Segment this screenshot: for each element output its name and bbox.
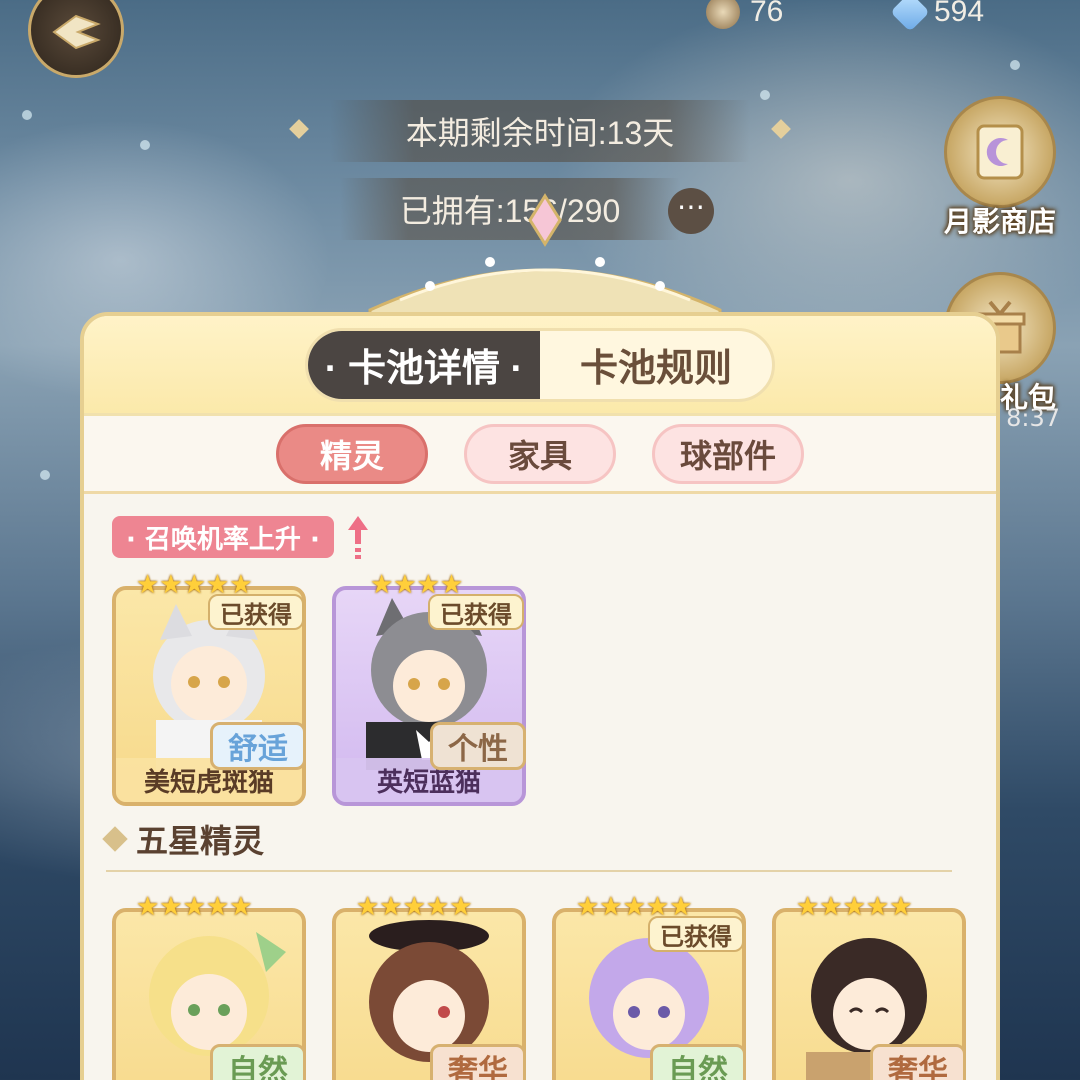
currency-crystal: 594: [890, 0, 985, 34]
tab-furniture[interactable]: 家具: [464, 423, 616, 484]
diamond-bullet-icon: [102, 826, 128, 852]
remaining-time: 本期剩余时间:13天: [330, 100, 750, 162]
currency-moon-value: 76: [750, 0, 784, 28]
currency-crystal-value: 594: [934, 0, 985, 28]
spirit-card[interactable]: 英短蓝猫 ★★★★ 已获得 个性: [332, 570, 526, 806]
moon-coin-icon: [706, 0, 740, 29]
trait-badge: 奢华: [870, 1044, 966, 1080]
owned-badge: 已获得: [428, 594, 524, 630]
tab-pool-details[interactable]: · 卡池详情 ·: [308, 330, 540, 399]
spirit-card[interactable]: ★★★★★ 奢华: [332, 892, 526, 1080]
spirit-card[interactable]: ★★★★★ 自然: [112, 892, 306, 1080]
gacha-detail-panel: · 卡池详情 · 卡池规则 精灵 家具 球部件 · 召唤机率上升 · 美短虎斑猫…: [80, 312, 1000, 1080]
trait-badge: 个性: [430, 722, 526, 770]
five-star-section-title: 五星精灵: [102, 816, 265, 862]
trait-badge: 自然: [210, 1044, 306, 1080]
crystal-gem-icon: [890, 0, 930, 32]
panel-header: · 卡池详情 · 卡池规则: [84, 316, 996, 416]
card-list: · 召唤机率上升 · 美短虎斑猫 ★★★★★ 已获得 舒适 英短蓝猫 ★★★★ …: [84, 494, 996, 1080]
spirit-card[interactable]: ★★★★★ 已获得 自然: [552, 892, 746, 1080]
up-arrow-icon: [348, 516, 368, 559]
currency-moon: 76: [706, 0, 783, 34]
main-tab-switcher: · 卡池详情 · 卡池规则: [305, 327, 775, 402]
trait-badge: 舒适: [210, 722, 306, 770]
back-arrow-icon: [52, 14, 101, 50]
spirit-card[interactable]: 美短虎斑猫 ★★★★★ 已获得 舒适: [112, 570, 306, 806]
crown-ornament: [368, 193, 722, 330]
sparkle: [1010, 60, 1020, 70]
sparkle: [40, 470, 50, 480]
sparkle: [140, 140, 150, 150]
moon-shop-label: 月影商店: [944, 205, 1057, 238]
rate-up-badge: · 召唤机率上升 ·: [112, 516, 334, 558]
category-tabs: 精灵 家具 球部件: [84, 416, 996, 494]
owned-badge: 已获得: [648, 916, 744, 952]
section-divider: [106, 870, 952, 872]
spirit-card[interactable]: ★★★★★ 奢华: [772, 892, 966, 1080]
gift-timer: 8:37: [1006, 404, 1060, 432]
tab-pool-rules[interactable]: 卡池规则: [540, 331, 772, 399]
moon-shop-icon: [944, 96, 1056, 208]
star-rating: ★★★★★: [136, 892, 253, 922]
tab-ball-parts[interactable]: 球部件: [652, 423, 804, 484]
sparkle: [760, 90, 770, 100]
tab-spirits[interactable]: 精灵: [276, 423, 428, 484]
trait-badge: 自然: [650, 1044, 746, 1080]
trait-badge: 奢华: [430, 1044, 526, 1080]
section-title-text: 五星精灵: [136, 822, 265, 860]
star-rating: ★★★★★: [796, 892, 913, 922]
star-rating: ★★★★★: [356, 892, 473, 922]
owned-badge: 已获得: [208, 594, 304, 630]
sparkle: [22, 110, 32, 120]
moon-shop-button[interactable]: 月影商店: [944, 96, 1056, 240]
